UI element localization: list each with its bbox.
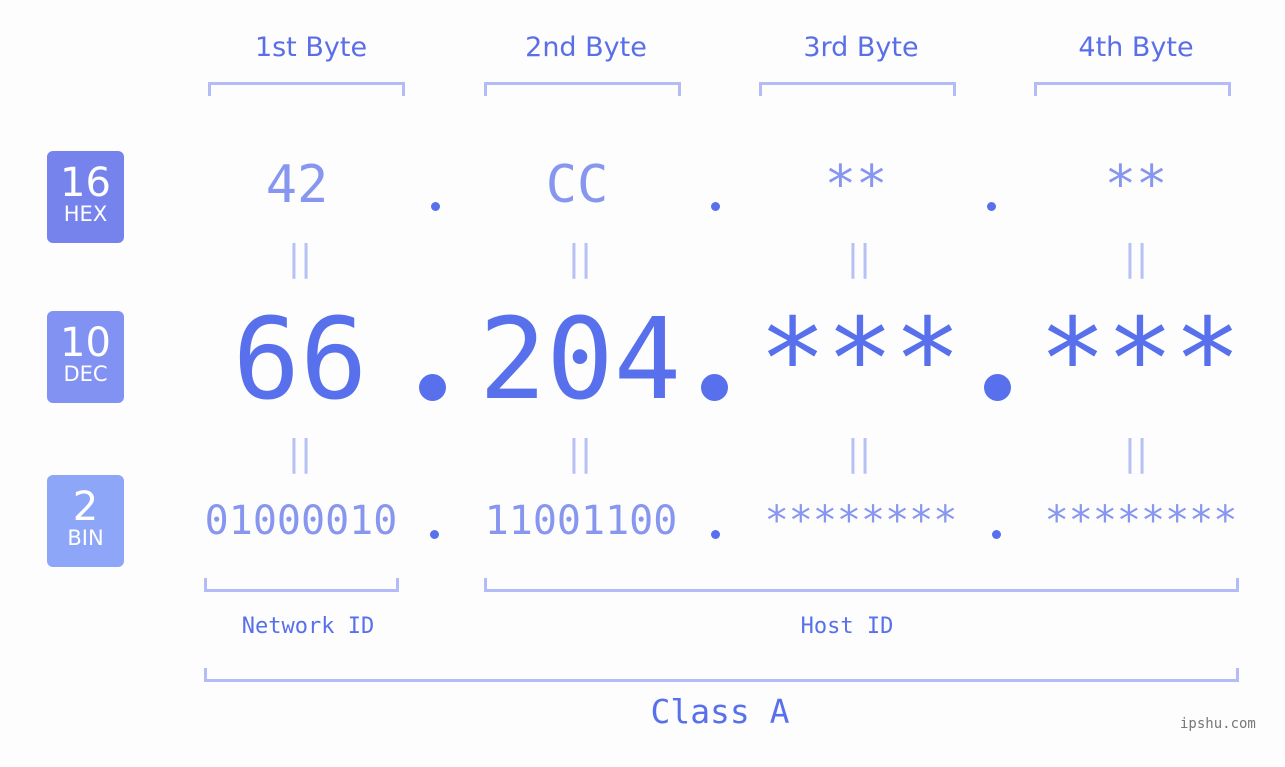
- class-label: Class A: [650, 692, 790, 731]
- hex-value-3: **: [824, 155, 888, 215]
- byte-bracket-3: [759, 82, 956, 96]
- hex-badge-label: HEX: [63, 202, 108, 226]
- bin-badge: 2 BIN: [47, 475, 124, 567]
- bin-value-4: ********: [1044, 498, 1238, 544]
- dec-value-3: ***: [758, 295, 962, 425]
- dec-badge-label: DEC: [63, 362, 108, 386]
- dec-separator-dot: [419, 374, 446, 401]
- byte-bracket-1: [208, 82, 405, 96]
- dec-badge-base: 10: [60, 320, 111, 366]
- hex-separator-dot: [711, 202, 720, 211]
- equals-icon: ||: [1123, 238, 1149, 279]
- bin-separator-dot: [711, 530, 720, 539]
- dec-value-4: ***: [1038, 295, 1242, 425]
- dec-separator-dot: [984, 374, 1011, 401]
- dec-separator-dot: [701, 374, 728, 401]
- bin-value-3: ********: [764, 498, 958, 544]
- bin-value-2: 11001100: [484, 498, 678, 544]
- hex-separator-dot: [987, 202, 996, 211]
- equals-icon: ||: [846, 238, 872, 279]
- equals-icon: ||: [287, 238, 313, 279]
- hex-value-2: CC: [545, 155, 609, 215]
- dec-value-1: 66: [232, 295, 368, 425]
- hex-value-4: **: [1104, 155, 1168, 215]
- equals-icon: ||: [567, 433, 593, 474]
- bin-value-1: 01000010: [204, 498, 398, 544]
- byte-header-4: 4th Byte: [1078, 32, 1194, 63]
- hex-badge: 16 HEX: [47, 151, 124, 243]
- bin-badge-label: BIN: [67, 526, 104, 550]
- byte-bracket-4: [1034, 82, 1231, 96]
- byte-header-1: 1st Byte: [254, 32, 368, 63]
- hex-separator-dot: [431, 202, 440, 211]
- network-id-label: Network ID: [241, 614, 375, 639]
- byte-header-3: 3rd Byte: [803, 32, 919, 63]
- bin-badge-base: 2: [72, 484, 99, 530]
- dec-badge: 10 DEC: [47, 311, 124, 403]
- equals-icon: ||: [1123, 433, 1149, 474]
- bin-separator-dot: [992, 530, 1001, 539]
- network-id-bracket: [204, 578, 399, 592]
- equals-icon: ||: [846, 433, 872, 474]
- dec-value-2: 204: [478, 295, 682, 425]
- byte-header-2: 2nd Byte: [525, 32, 647, 63]
- host-id-bracket: [484, 578, 1239, 592]
- bin-separator-dot: [430, 530, 439, 539]
- class-bracket: [204, 668, 1239, 682]
- hex-value-1: 42: [265, 155, 329, 215]
- watermark: ipshu.com: [1180, 716, 1256, 732]
- equals-icon: ||: [567, 238, 593, 279]
- hex-badge-base: 16: [60, 160, 111, 206]
- host-id-label: Host ID: [800, 614, 894, 639]
- byte-bracket-2: [484, 82, 681, 96]
- equals-icon: ||: [287, 433, 313, 474]
